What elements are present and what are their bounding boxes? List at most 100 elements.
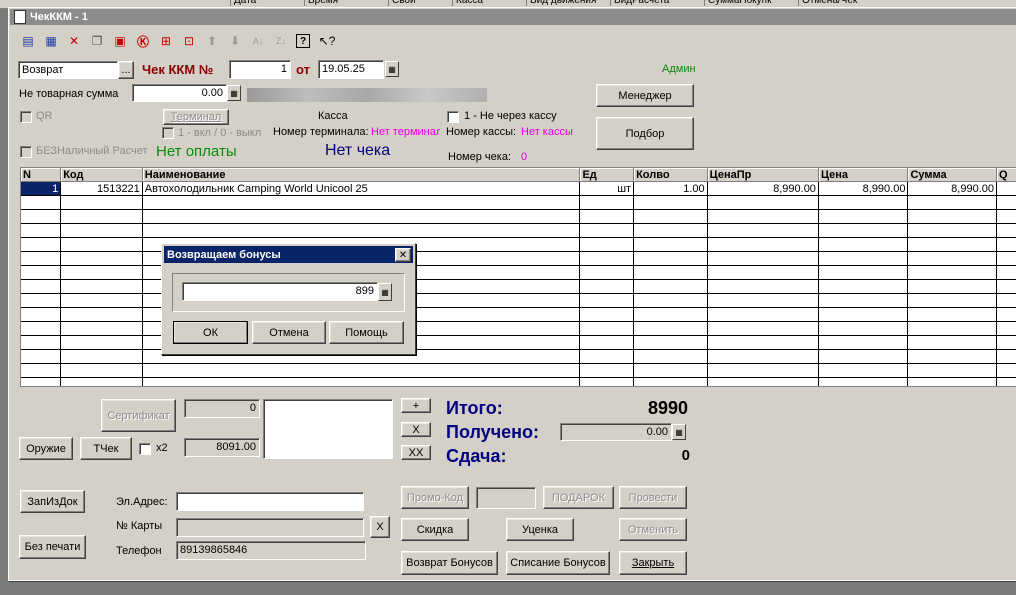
fill-from-doc-button[interactable]: ЗапИзДок <box>20 490 85 513</box>
col-header[interactable]: Код <box>60 168 143 182</box>
table-cell[interactable] <box>707 335 819 350</box>
promo-code-button[interactable]: Промо-Код <box>401 486 469 509</box>
table-cell[interactable] <box>996 237 1016 252</box>
table-cell[interactable] <box>707 195 819 210</box>
return-bonus-button[interactable]: Возврат Бонусов <box>401 551 498 575</box>
select-button[interactable]: Подбор <box>596 117 694 150</box>
table-cell[interactable] <box>21 377 62 386</box>
table-cell[interactable] <box>818 195 909 210</box>
calculator-icon[interactable]: ▦ <box>227 85 241 101</box>
table-cell[interactable] <box>907 251 997 266</box>
table-cell[interactable] <box>633 293 708 308</box>
cell-n[interactable]: 1 <box>21 181 62 196</box>
cell-q[interactable] <box>996 181 1016 196</box>
col-header[interactable]: Колво <box>633 168 708 182</box>
close-icon[interactable]: ✕ <box>395 248 411 262</box>
table-cell[interactable] <box>818 377 909 386</box>
table-cell[interactable] <box>579 349 635 364</box>
table-row[interactable] <box>21 363 1016 378</box>
table-cell[interactable] <box>60 363 143 378</box>
table-cell[interactable] <box>633 363 708 378</box>
post-button[interactable]: Провести <box>619 486 687 509</box>
table-cell[interactable] <box>21 251 62 266</box>
new-row-icon[interactable]: ▤ <box>20 33 36 49</box>
cell-code[interactable]: 1513221 <box>60 181 143 196</box>
help-icon[interactable]: ? <box>296 34 310 48</box>
col-header[interactable]: Q <box>996 168 1016 182</box>
sort-asc-icon[interactable]: A↓ <box>250 33 266 49</box>
table-cell[interactable] <box>818 307 909 322</box>
table-cell[interactable] <box>996 363 1016 378</box>
promo-code-field[interactable] <box>476 487 536 509</box>
table-cell[interactable] <box>907 307 997 322</box>
table-cell[interactable] <box>633 349 708 364</box>
table-cell[interactable] <box>21 363 62 378</box>
table-row[interactable] <box>21 209 1016 224</box>
email-field[interactable] <box>176 492 364 511</box>
cell-price[interactable]: 8,990.00 <box>818 181 909 196</box>
table-cell[interactable] <box>21 209 62 224</box>
table-cell[interactable] <box>633 195 708 210</box>
table-cell[interactable] <box>907 293 997 308</box>
table-cell[interactable] <box>707 349 819 364</box>
context-help-icon[interactable]: ↖? <box>319 33 336 49</box>
table-cell[interactable] <box>996 307 1016 322</box>
table-cell[interactable] <box>21 195 62 210</box>
table-cell[interactable] <box>21 349 62 364</box>
table-cell[interactable] <box>907 335 997 350</box>
date-field[interactable]: 19.05.25 <box>318 60 384 79</box>
table-cell[interactable] <box>579 321 635 336</box>
table-cell[interactable] <box>907 223 997 238</box>
delete-mark-icon[interactable]: ▣ <box>112 33 128 49</box>
cancel-button[interactable]: Отмена <box>252 321 326 344</box>
table-cell[interactable] <box>633 251 708 266</box>
table-cell[interactable] <box>996 321 1016 336</box>
sum-value[interactable]: 8091.00 <box>184 438 260 457</box>
table-row[interactable] <box>21 377 1016 386</box>
table-cell[interactable] <box>907 209 997 224</box>
table-cell[interactable] <box>633 307 708 322</box>
table-cell[interactable] <box>579 209 635 224</box>
table-cell[interactable] <box>142 363 581 378</box>
table-cell[interactable] <box>707 321 819 336</box>
received-field[interactable]: 0.00 <box>560 423 672 441</box>
close-button[interactable]: Закрыть <box>619 551 687 575</box>
table-cell[interactable] <box>996 251 1016 266</box>
table-cell[interactable] <box>60 293 143 308</box>
table-cell[interactable] <box>60 237 143 252</box>
table-cell[interactable] <box>633 209 708 224</box>
table-cell[interactable] <box>818 349 909 364</box>
table-cell[interactable] <box>142 223 581 238</box>
gift-button[interactable]: ПОДАРОК <box>543 486 614 509</box>
table-cell[interactable] <box>60 321 143 336</box>
col-header[interactable]: ЦенаПр <box>707 168 819 182</box>
table-cell[interactable] <box>707 223 819 238</box>
table-cell[interactable] <box>579 195 635 210</box>
copy-row-icon[interactable]: ❐ <box>89 33 105 49</box>
table-row[interactable] <box>21 223 1016 238</box>
table-cell[interactable] <box>60 251 143 266</box>
table-cell[interactable] <box>907 265 997 280</box>
cell-sum[interactable]: 8,990.00 <box>907 181 997 196</box>
table-cell[interactable] <box>633 321 708 336</box>
table-cell[interactable] <box>60 335 143 350</box>
table-cell[interactable] <box>818 335 909 350</box>
certificate-button[interactable]: Сертификат <box>101 399 176 432</box>
table-cell[interactable] <box>60 279 143 294</box>
table-cell[interactable] <box>818 321 909 336</box>
markdown-button[interactable]: Уценка <box>506 518 574 541</box>
table-cell[interactable] <box>60 223 143 238</box>
table-cell[interactable] <box>579 307 635 322</box>
cancel-doc-button[interactable]: Отменить <box>619 518 687 541</box>
help-button[interactable]: Помощь <box>329 321 404 344</box>
table-cell[interactable] <box>707 279 819 294</box>
table-cell[interactable] <box>818 279 909 294</box>
operation-field[interactable]: Возврат <box>18 61 118 79</box>
cashless-checkbox[interactable] <box>20 146 32 158</box>
table-cell[interactable] <box>818 209 909 224</box>
dialog-titlebar[interactable]: Возвращаем бонусы <box>164 246 413 263</box>
terminal-button[interactable]: Терминал <box>163 109 229 125</box>
col-header[interactable]: Сумма <box>907 168 997 182</box>
col-header[interactable]: Наименование <box>142 168 581 182</box>
table-cell[interactable] <box>707 237 819 252</box>
